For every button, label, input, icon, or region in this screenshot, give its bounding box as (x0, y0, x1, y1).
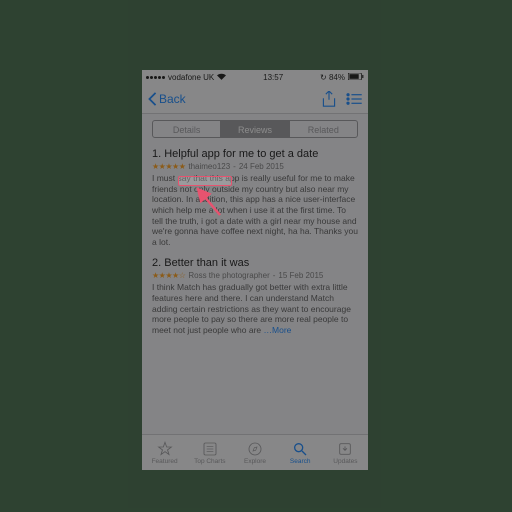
share-button[interactable] (322, 91, 336, 107)
tab-updates[interactable]: Updates (323, 435, 368, 470)
tab-details[interactable]: Details (153, 121, 221, 137)
annotation-arrow-icon (190, 185, 230, 225)
review-item: 2. Better than it was ★★★★☆ Ross the pho… (148, 257, 362, 345)
updates-icon (337, 441, 353, 457)
tab-reviews[interactable]: Reviews (221, 121, 289, 137)
wifi-icon (217, 73, 226, 82)
battery-icon (348, 73, 364, 82)
list-button[interactable] (346, 93, 362, 105)
star-rating-icon: ★★★★☆ (152, 271, 185, 280)
signal-dots-icon (146, 76, 165, 79)
carrier-label: vodafone UK (168, 73, 214, 82)
search-icon (292, 441, 308, 457)
tab-bar: Featured Top Charts Explore Search Updat… (142, 434, 368, 470)
review-date: 24 Feb 2015 (239, 162, 284, 171)
review-author: thaimeo123 (188, 162, 230, 171)
status-bar: vodafone UK 13:57 ↻ 84% (142, 70, 368, 84)
review-title: 1. Helpful app for me to get a date (152, 148, 358, 160)
segmented-control[interactable]: Details Reviews Related (152, 120, 358, 138)
tab-related[interactable]: Related (290, 121, 357, 137)
tab-search[interactable]: Search (278, 435, 323, 470)
phone-screen: vodafone UK 13:57 ↻ 84% Back (142, 70, 368, 470)
star-rating-icon: ★★★★★ (152, 162, 185, 171)
tab-explore[interactable]: Explore (232, 435, 277, 470)
star-icon (157, 441, 173, 457)
content-area: Details Reviews Related 1. Helpful app f… (142, 114, 368, 434)
review-date: 15 Feb 2015 (278, 271, 323, 280)
nav-bar: Back (142, 84, 368, 114)
review-item: 1. Helpful app for me to get a date ★★★★… (148, 148, 362, 257)
tab-featured[interactable]: Featured (142, 435, 187, 470)
back-button[interactable]: Back (148, 92, 186, 106)
clock: 13:57 (263, 73, 283, 82)
battery-percent: ↻ 84% (320, 73, 345, 82)
tab-topcharts[interactable]: Top Charts (187, 435, 232, 470)
compass-icon (247, 441, 263, 457)
review-author: Ross the photographer (188, 271, 269, 280)
back-label: Back (159, 92, 186, 106)
review-title: 2. Better than it was (152, 257, 358, 269)
chevron-left-icon (148, 92, 157, 106)
review-body: I think Match has gradually got better w… (152, 282, 358, 335)
more-link[interactable]: …More (264, 325, 292, 335)
list-icon (202, 441, 218, 457)
